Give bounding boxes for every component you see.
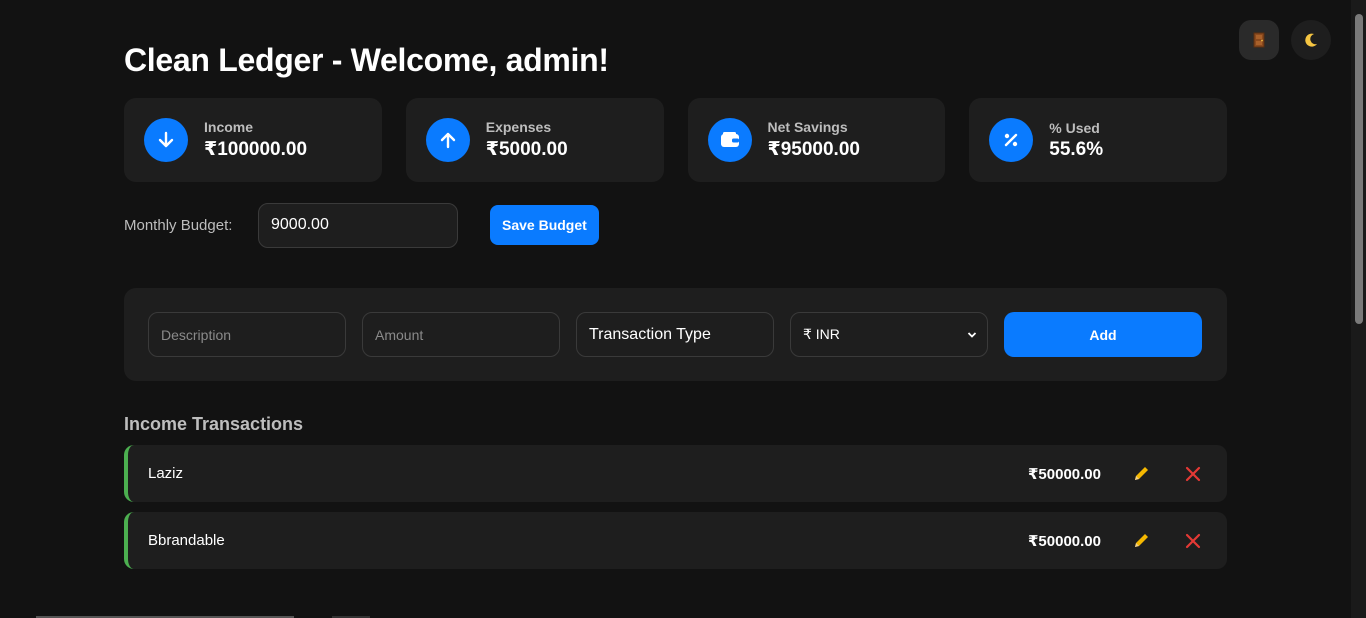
stat-value: 55.6% <box>1049 138 1104 160</box>
stat-value: ₹100000.00 <box>204 139 308 160</box>
stat-label: Income <box>204 119 254 135</box>
logout-button[interactable] <box>1239 20 1279 60</box>
list-item: Laziz ₹50000.00 <box>124 445 1227 502</box>
transaction-description: Bbrandable <box>148 532 225 549</box>
stat-value: ₹95000.00 <box>767 139 860 160</box>
percent-icon <box>989 118 1034 162</box>
net-savings-stat-card: Net Savings ₹95000.00 <box>687 98 946 182</box>
theme-toggle-button[interactable] <box>1291 20 1331 60</box>
top-actions <box>1239 20 1331 60</box>
budget-label: Monthly Budget: <box>124 216 233 234</box>
percent-used-stat-card: % Used 55.6% <box>969 98 1227 182</box>
stat-value: ₹5000.00 <box>485 139 568 160</box>
door-icon <box>1253 32 1265 48</box>
transaction-amount: ₹50000.00 <box>1027 465 1101 483</box>
income-transaction-list: Laziz ₹50000.00 Bbrandable ₹50000.00 <box>124 445 1227 569</box>
currency-select[interactable]: ₹ INR <box>790 312 988 357</box>
close-icon <box>1185 533 1201 548</box>
transaction-form: Description Amount Transaction Type ₹ IN… <box>124 288 1227 381</box>
expenses-stat-card: Expenses ₹5000.00 <box>405 98 664 182</box>
delete-button[interactable] <box>1181 529 1205 553</box>
transaction-description: Laziz <box>148 465 184 482</box>
list-item: Bbrandable ₹50000.00 <box>124 512 1227 569</box>
edit-button[interactable] <box>1129 529 1153 553</box>
chevron-down-icon <box>967 331 977 338</box>
stat-label: Net Savings <box>767 119 848 135</box>
scrollbar-thumb[interactable] <box>1355 14 1363 324</box>
page-title: Clean Ledger - Welcome, admin! <box>124 42 609 78</box>
moon-icon <box>1305 33 1317 47</box>
income-section-title: Income Transactions <box>124 414 304 434</box>
add-transaction-button[interactable]: Add <box>1004 312 1202 357</box>
transaction-amount: ₹50000.00 <box>1027 532 1101 550</box>
vertical-scrollbar[interactable] <box>1351 0 1366 618</box>
save-budget-button[interactable]: Save Budget <box>490 205 599 245</box>
description-input[interactable]: Description <box>148 312 346 357</box>
budget-input[interactable] <box>258 202 458 248</box>
pencil-icon <box>1135 466 1148 480</box>
transaction-type-select[interactable]: Transaction Type <box>576 312 774 357</box>
edit-button[interactable] <box>1129 462 1153 486</box>
main-container: Clean Ledger - Welcome, admin! Income ₹1… <box>124 0 1227 569</box>
arrow-up-icon <box>425 118 470 162</box>
budget-row: Monthly Budget: Save Budget <box>124 202 1227 248</box>
amount-input[interactable]: Amount <box>362 312 560 357</box>
currency-value: ₹ INR <box>803 326 840 342</box>
delete-button[interactable] <box>1181 462 1205 486</box>
stat-label: % Used <box>1049 119 1100 136</box>
pencil-icon <box>1135 533 1148 547</box>
wallet-icon <box>707 118 752 162</box>
stats-row: Income ₹100000.00 Expenses ₹5000.00 Net … <box>124 98 1227 182</box>
arrow-down-icon <box>144 118 188 162</box>
close-icon <box>1185 466 1201 481</box>
income-stat-card: Income ₹100000.00 <box>124 98 382 182</box>
stat-label: Expenses <box>485 119 552 135</box>
